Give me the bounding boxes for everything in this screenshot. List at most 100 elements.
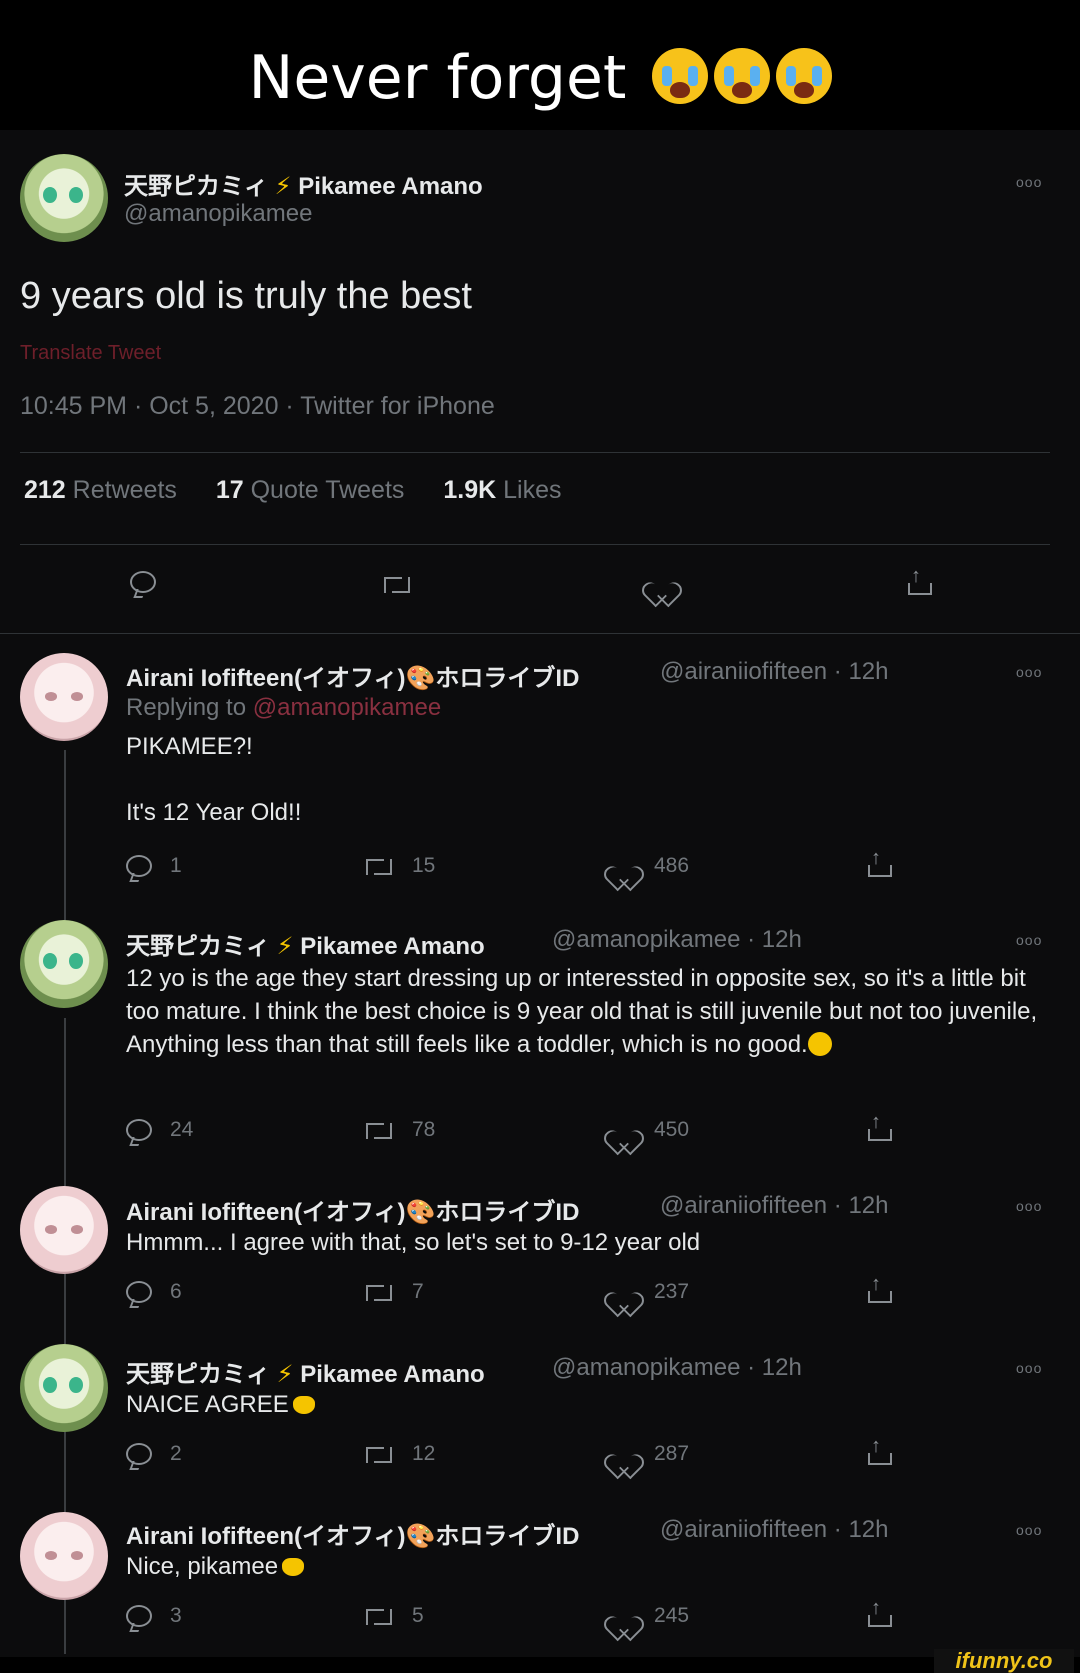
thinking-emoji-icon [807,1032,832,1056]
share-icon [866,1435,892,1466]
share-icon [866,1111,892,1142]
caption: Never forget [0,38,1080,118]
lightning-icon: ⚡ [270,1361,301,1388]
like-icon [610,1604,636,1628]
reply-button[interactable]: 3 [126,1604,182,1628]
reply-button[interactable]: 6 [126,1280,182,1304]
lightning-icon: ⚡ [268,173,299,200]
retweet-button[interactable]: 15 [364,854,435,878]
retweet-icon [364,1282,394,1302]
more-icon[interactable]: ooo [1016,932,1042,948]
author-handle[interactable]: @amanopikamee · 12h [552,1354,802,1382]
author-name[interactable]: 天野ピカミィ ⚡ Pikamee Amano [126,926,485,961]
retweet-button[interactable] [382,572,412,596]
author-handle[interactable]: @amanopikamee · 12h [552,926,802,954]
retweet-button[interactable]: 5 [364,1604,424,1628]
author-handle[interactable]: @amanopikamee [124,200,312,228]
more-icon[interactable]: ooo [1016,174,1042,190]
reply-text: NAICE AGREE [126,1388,315,1421]
like-button[interactable]: 450 [610,1118,689,1142]
replying-to-link[interactable]: @amanopikamee [253,694,441,721]
more-icon[interactable]: ooo [1016,664,1042,680]
tweet-meta: 10:45 PM · Oct 5, 2020 · Twitter for iPh… [20,392,495,420]
divider [20,452,1050,453]
author-name[interactable]: Airani Iofifteen(イオフィ)🎨ホロライブID [126,1192,579,1227]
handshake-emoji-icon [282,1558,305,1576]
share-button[interactable] [866,1273,892,1304]
avatar[interactable] [20,920,108,1008]
avatar[interactable] [20,1344,108,1432]
reply-icon [126,855,152,878]
more-icon[interactable]: ooo [1016,1360,1042,1376]
more-icon[interactable]: ooo [1016,1198,1042,1214]
divider [20,544,1050,545]
more-icon[interactable]: ooo [1016,1522,1042,1538]
reply-button[interactable]: 2 [126,1442,182,1466]
reply-icon [126,1119,152,1142]
handshake-emoji-icon [292,1396,315,1414]
reply-text: Hmmm... I agree with that, so let's set … [126,1229,701,1256]
retweet-icon [382,574,412,594]
share-button[interactable] [866,1435,892,1466]
reply-button[interactable]: 24 [126,1118,193,1142]
avatar[interactable] [20,1512,108,1600]
like-button[interactable]: 245 [610,1604,689,1628]
share-icon [906,565,932,596]
caption-text: Never forget [248,43,627,113]
like-icon [610,854,636,878]
retweet-button[interactable]: 7 [364,1280,424,1304]
author-handle[interactable]: @airaniiofifteen · 12h [660,1516,889,1544]
retweets-stat[interactable]: 212 Retweets [24,476,177,504]
avatar[interactable] [20,154,108,242]
like-button[interactable]: 486 [610,854,689,878]
share-button[interactable] [906,565,932,596]
share-icon [866,847,892,878]
share-button[interactable] [866,1597,892,1628]
author-handle[interactable]: @airaniiofifteen · 12h [660,1192,889,1220]
author-name[interactable]: 天野ピカミィ ⚡ Pikamee Amano [126,1354,485,1389]
author-name[interactable]: 天野ピカミィ ⚡ Pikamee Amano [124,166,483,201]
like-icon [648,570,674,594]
retweet-icon [364,1606,394,1626]
author-name[interactable]: Airani Iofifteen(イオフィ)🎨ホロライブID [126,1516,579,1551]
crying-emoji-icon [775,48,832,104]
reply-icon [126,1443,152,1466]
retweet-button[interactable]: 12 [364,1442,435,1466]
like-icon [610,1280,636,1304]
crying-emoji-icon [651,48,708,104]
replying-to: Replying to @amanopikamee [126,694,442,721]
like-button[interactable]: 237 [610,1280,689,1304]
reply-text-line: It's 12 Year Old!! [126,799,302,826]
crying-emoji-icon [713,48,770,104]
translate-tweet-link[interactable]: Translate Tweet [20,342,161,365]
divider [0,633,1080,634]
reply-button[interactable]: 1 [126,854,182,878]
thread-line [64,1018,66,1214]
reply-icon [126,1605,152,1628]
like-icon [610,1118,636,1142]
reply-text: 12 yo is the age they start dressing up … [126,965,1038,1058]
quotes-stat[interactable]: 17 Quote Tweets [216,476,405,504]
share-icon [866,1597,892,1628]
retweet-button[interactable]: 78 [364,1118,435,1142]
likes-stat[interactable]: 1.9K Likes [443,476,561,504]
display-name-jp: 天野ピカミィ [124,173,268,200]
like-button[interactable] [648,570,674,594]
share-button[interactable] [866,1111,892,1142]
retweet-icon [364,856,394,876]
author-handle[interactable]: @airaniiofifteen · 12h [660,658,889,686]
reply-icon [130,571,156,594]
tweet-stats: 212 Retweets 17 Quote Tweets 1.9K Likes [24,476,594,505]
avatar[interactable] [20,653,108,741]
author-name[interactable]: Airani Iofifteen(イオフィ)🎨ホロライブID [126,658,579,693]
share-button[interactable] [866,847,892,878]
display-name-en: Pikamee Amano [298,173,483,200]
avatar[interactable] [20,1186,108,1274]
share-icon [866,1273,892,1304]
tweet-text: 9 years old is truly the best [20,275,472,317]
reply-text-line: PIKAMEE?! [126,733,253,760]
like-button[interactable]: 287 [610,1442,689,1466]
reply-text: Nice, pikamee [126,1550,305,1583]
ifunny-watermark: ifunny.co [934,1649,1074,1673]
reply-button[interactable] [130,570,156,594]
